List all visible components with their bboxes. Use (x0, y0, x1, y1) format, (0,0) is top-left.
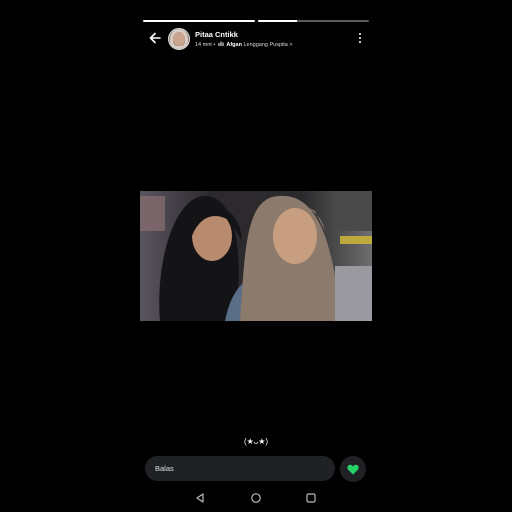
progress-segment-2 (257, 20, 369, 22)
like-button[interactable] (340, 456, 366, 482)
arrow-left-icon[interactable] (148, 31, 162, 45)
reply-input[interactable]: Balas (145, 456, 335, 481)
circle-home-icon[interactable] (250, 492, 262, 504)
progress-segment-1 (143, 20, 255, 22)
music-title[interactable]: Lenggang Puspita (243, 42, 287, 48)
music-artist[interactable]: Afgan (226, 42, 242, 48)
photo-image (140, 191, 372, 321)
story-progress (143, 20, 369, 22)
reply-placeholder: Balas (155, 464, 174, 473)
story-time: 14 mnt (195, 42, 212, 48)
story-photo[interactable] (140, 191, 372, 321)
story-meta: 14 mnt • Afgan Lenggang Puspita > (195, 41, 293, 48)
chevron-right-icon[interactable]: > (289, 42, 292, 48)
screen: Pitaa Cntikk 14 mnt • Afgan Lenggang Pus… (0, 0, 512, 512)
music-icon (218, 41, 224, 46)
story-user-name[interactable]: Pitaa Cntikk (195, 30, 238, 39)
system-nav-bar (140, 490, 372, 506)
square-recents-icon[interactable] (305, 492, 317, 504)
story-viewer: Pitaa Cntikk 14 mnt • Afgan Lenggang Pus… (140, 0, 372, 512)
triangle-back-icon[interactable] (194, 492, 206, 504)
avatar[interactable] (168, 28, 190, 50)
heart-icon (347, 464, 359, 474)
meta-separator: • (213, 42, 216, 48)
story-header: Pitaa Cntikk 14 mnt • Afgan Lenggang Pus… (140, 27, 372, 51)
more-vert-icon[interactable] (358, 33, 362, 45)
story-caption: (★ᴗ★) (243, 437, 269, 446)
